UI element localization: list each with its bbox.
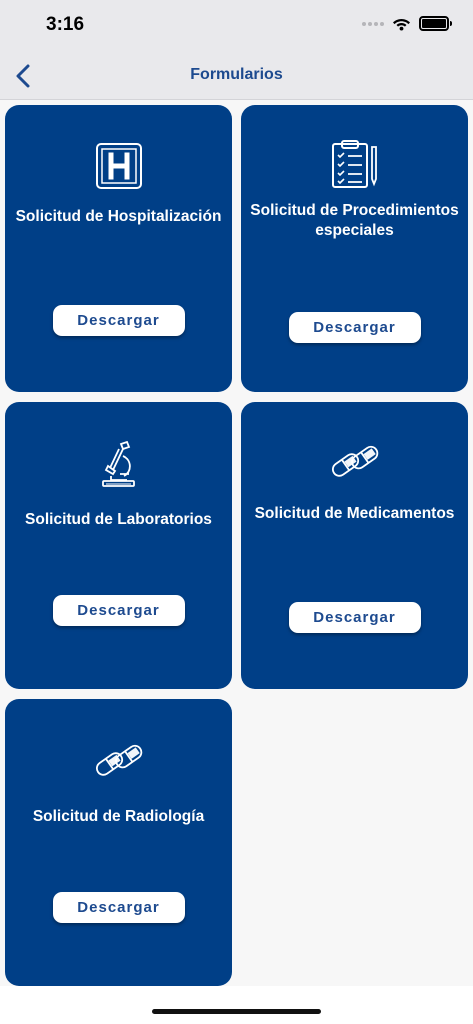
form-card-procedimientos: Solicitud de Procedimientos especiales D… <box>241 105 468 392</box>
card-title: Solicitud de Medicamentos <box>254 505 455 522</box>
download-button[interactable]: Descargar <box>52 305 185 336</box>
download-button[interactable]: Descargar <box>52 892 185 923</box>
hospital-icon <box>95 143 142 189</box>
wifi-icon <box>393 19 410 31</box>
card-title: Solicitud de Procedimientos especiales <box>250 202 459 239</box>
status-bar: 3:16 <box>0 0 473 52</box>
pills-icon <box>331 445 378 477</box>
download-button[interactable]: Descargar <box>288 602 421 633</box>
form-card-laboratorios: Solicitud de Laboratorios Descargar <box>5 402 232 689</box>
status-indicators <box>362 16 452 31</box>
navigation-bar: Formularios <box>0 52 473 100</box>
cellular-signal-icon <box>362 21 384 26</box>
download-button[interactable]: Descargar <box>52 595 185 626</box>
battery-icon <box>419 16 452 31</box>
form-card-medicamentos: Solicitud de Medicamentos Descargar <box>241 402 468 689</box>
card-title: Solicitud de Radiología <box>32 808 205 825</box>
bottom-safe-area <box>0 986 473 1024</box>
download-button[interactable]: Descargar <box>288 312 421 343</box>
pills-icon <box>95 744 142 776</box>
microscope-icon <box>101 440 135 487</box>
home-indicator[interactable] <box>152 1009 321 1014</box>
card-title: Solicitud de Hospitalización <box>15 208 222 225</box>
form-card-hospitalizacion: Solicitud de Hospitalización Descargar <box>5 105 232 392</box>
status-time: 3:16 <box>46 14 85 35</box>
form-card-radiologia: Solicitud de Radiología Descargar <box>5 699 232 986</box>
clipboard-checklist-icon <box>331 140 377 188</box>
page-title: Formularios <box>190 66 283 83</box>
card-title: Solicitud de Laboratorios <box>25 511 212 528</box>
